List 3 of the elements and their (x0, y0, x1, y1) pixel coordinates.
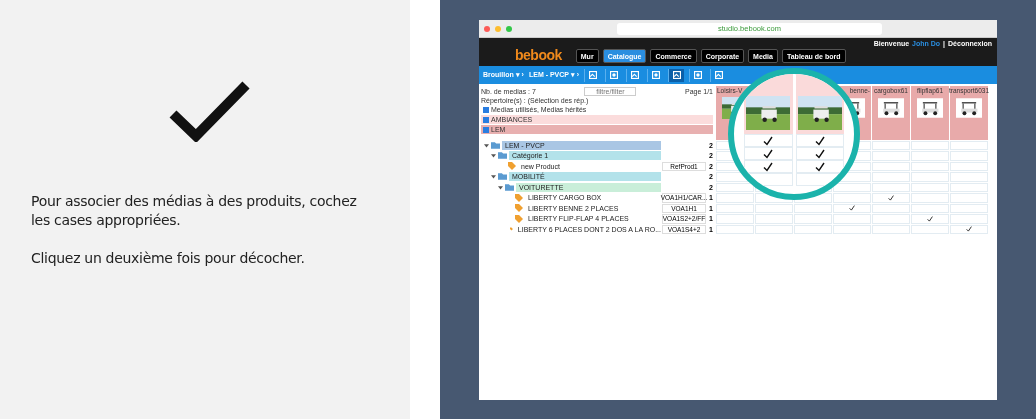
instruction-text: Cliquez un deuxième fois pour décocher. (31, 249, 306, 268)
instruction-text: Pour associer des médias à des produits, cochez les cases appropriées. (31, 192, 358, 230)
logo: bebook (515, 47, 562, 63)
